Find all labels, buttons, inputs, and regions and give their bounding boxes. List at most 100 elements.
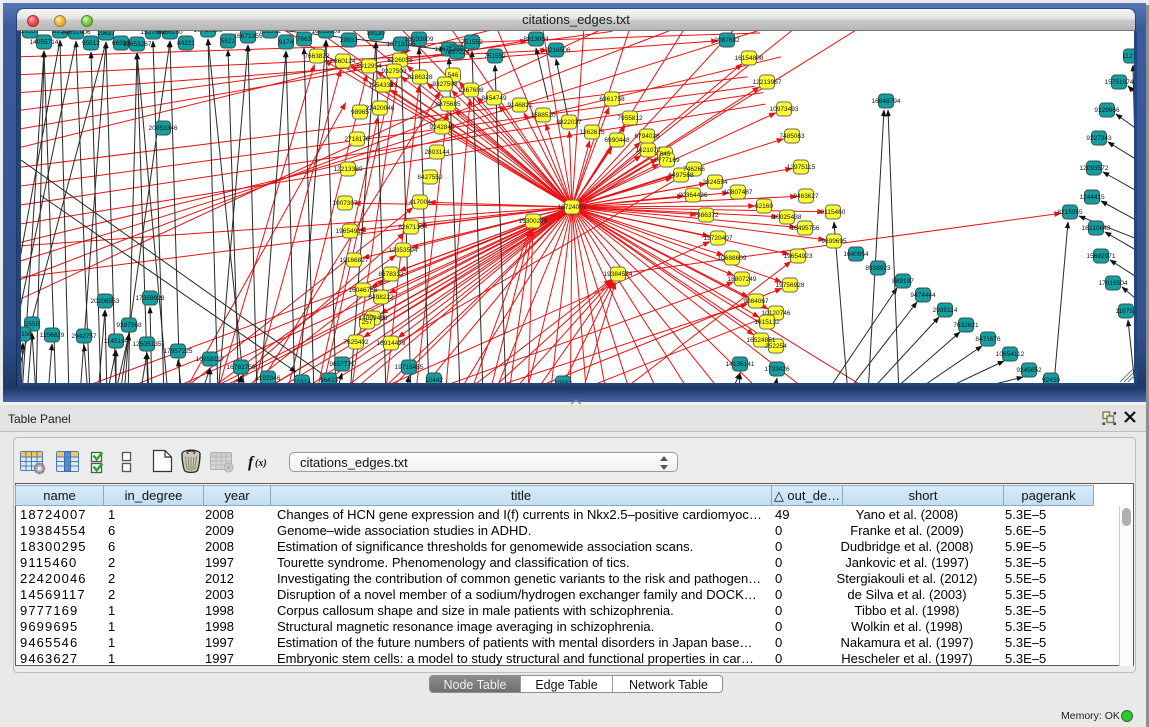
svg-text:20557: 20557 xyxy=(21,31,39,35)
svg-text:9699695: 9699695 xyxy=(821,238,847,245)
svg-text:19654915: 19654915 xyxy=(336,228,365,235)
svg-text:9174: 9174 xyxy=(279,39,294,46)
svg-text:8471676: 8471676 xyxy=(975,336,1001,343)
svg-text:9327503: 9327503 xyxy=(381,68,407,75)
svg-text:7955812: 7955812 xyxy=(617,115,643,122)
svg-text:7632621: 7632621 xyxy=(953,322,979,329)
svg-text:8186328: 8186328 xyxy=(407,74,433,81)
svg-text:10973493: 10973493 xyxy=(770,106,799,113)
svg-text:252254: 252254 xyxy=(765,343,787,350)
svg-text:1733426: 1733426 xyxy=(764,366,790,373)
svg-text:20364436: 20364436 xyxy=(679,192,708,199)
svg-text:9084067: 9084067 xyxy=(743,298,769,305)
svg-text:20053346: 20053346 xyxy=(149,125,178,132)
svg-text:12975115: 12975115 xyxy=(787,164,816,171)
svg-text:15692971: 15692971 xyxy=(1087,253,1116,260)
svg-text:9146821: 9146821 xyxy=(507,102,533,109)
svg-text:1621072: 1621072 xyxy=(635,147,661,154)
svg-text:9115460: 9115460 xyxy=(821,209,846,216)
svg-text:15720407: 15720407 xyxy=(704,235,733,242)
svg-text:15300275: 15300275 xyxy=(519,218,548,225)
svg-text:20691406: 20691406 xyxy=(62,31,91,36)
svg-text:16648794: 16648794 xyxy=(872,98,901,105)
svg-text:92450: 92450 xyxy=(1042,377,1060,383)
svg-text:751552: 751552 xyxy=(484,53,506,60)
svg-text:6990448: 6990448 xyxy=(604,137,630,144)
svg-text:9245652: 9245652 xyxy=(1016,367,1042,374)
svg-text:6794028: 6794028 xyxy=(634,133,660,140)
svg-text:88130: 88130 xyxy=(367,31,385,37)
svg-text:8454749: 8454749 xyxy=(481,95,507,102)
svg-text:18495756: 18495756 xyxy=(791,225,820,232)
svg-text:546: 546 xyxy=(448,72,459,79)
svg-text:10719155: 10719155 xyxy=(194,31,223,34)
svg-text:8860124: 8860124 xyxy=(330,58,356,65)
svg-text:10442: 10442 xyxy=(425,377,443,383)
svg-text:9129966: 9129966 xyxy=(1094,107,1120,114)
svg-text:889197: 889197 xyxy=(892,278,914,285)
svg-text:17957225: 17957225 xyxy=(164,348,193,355)
svg-text:20206553: 20206553 xyxy=(91,298,120,305)
svg-text:257: 257 xyxy=(362,319,373,326)
svg-text:10025438: 10025438 xyxy=(773,214,802,221)
svg-text:19716485: 19716485 xyxy=(395,364,424,371)
svg-text:1588520: 1588520 xyxy=(530,112,556,119)
svg-text:1640954: 1640954 xyxy=(843,251,869,258)
svg-text:7625402: 7625402 xyxy=(343,339,369,346)
svg-text:95512: 95512 xyxy=(82,40,100,47)
svg-text:2550: 2550 xyxy=(25,321,40,328)
svg-text:17016504: 17016504 xyxy=(1099,280,1128,287)
svg-text:11218: 11218 xyxy=(1122,53,1134,60)
svg-text:8215955: 8215955 xyxy=(1057,209,1083,216)
svg-text:12213389: 12213389 xyxy=(334,166,363,173)
svg-text:10543382: 10543382 xyxy=(369,82,398,89)
svg-text:8938923: 8938923 xyxy=(865,265,891,272)
svg-text:9777169: 9777169 xyxy=(654,157,680,164)
svg-text:8226058: 8226058 xyxy=(387,57,413,64)
svg-text:10688609: 10688609 xyxy=(718,255,747,262)
svg-text:9474444: 9474444 xyxy=(910,292,936,299)
svg-text:99150: 99150 xyxy=(21,331,32,338)
svg-text:9327508: 9327508 xyxy=(432,81,458,88)
svg-text:3824554: 3824554 xyxy=(702,179,728,186)
svg-text:8822037: 8822037 xyxy=(556,119,582,126)
svg-text:14136141: 14136141 xyxy=(726,361,755,368)
svg-text:12093572: 12093572 xyxy=(1080,165,1109,172)
svg-text:9463627: 9463627 xyxy=(793,193,819,200)
svg-text:12505135: 12505135 xyxy=(133,341,162,348)
svg-text:8875685: 8875685 xyxy=(435,101,461,108)
svg-text:19218506: 19218506 xyxy=(542,47,571,54)
svg-text:2087682: 2087682 xyxy=(714,37,740,44)
svg-text:20931: 20931 xyxy=(340,37,358,44)
svg-text:10120746: 10120746 xyxy=(762,310,791,317)
svg-text:116753: 116753 xyxy=(1115,308,1134,315)
svg-text:10653267: 10653267 xyxy=(123,41,152,48)
svg-text:7663822: 7663822 xyxy=(304,53,330,60)
svg-text:10654112: 10654112 xyxy=(996,351,1025,358)
svg-text:9227343: 9227343 xyxy=(1086,135,1112,142)
svg-text:8267130: 8267130 xyxy=(398,224,424,231)
svg-text:1156829: 1156829 xyxy=(40,332,65,339)
svg-text:1244415: 1244415 xyxy=(1079,194,1105,201)
svg-text:2803144: 2803144 xyxy=(424,149,450,156)
svg-text:9657771: 9657771 xyxy=(329,361,355,368)
svg-text:7485063: 7485063 xyxy=(779,133,805,140)
svg-text:(x): (x) xyxy=(255,458,267,469)
svg-text:8678332: 8678332 xyxy=(378,271,404,278)
svg-text:1145194: 1145194 xyxy=(104,338,129,345)
svg-text:f: f xyxy=(248,454,255,471)
svg-text:6966160: 6966160 xyxy=(157,31,183,36)
svg-text:10362: 10362 xyxy=(554,380,572,383)
svg-text:7857224: 7857224 xyxy=(444,49,470,56)
svg-text:18724007: 18724007 xyxy=(558,204,587,211)
svg-text:8498222: 8498222 xyxy=(368,294,394,301)
svg-text:16046756: 16046756 xyxy=(349,287,378,294)
svg-text:19654923: 19654923 xyxy=(784,253,813,260)
svg-text:98965: 98965 xyxy=(351,109,369,116)
svg-text:16033809: 16033809 xyxy=(405,36,434,43)
svg-text:8813054: 8813054 xyxy=(523,36,549,43)
svg-text:84221: 84221 xyxy=(177,40,195,47)
svg-text:62160: 62160 xyxy=(755,203,773,210)
svg-text:1192346: 1192346 xyxy=(256,375,281,382)
svg-text:7986372: 7986372 xyxy=(693,212,719,219)
